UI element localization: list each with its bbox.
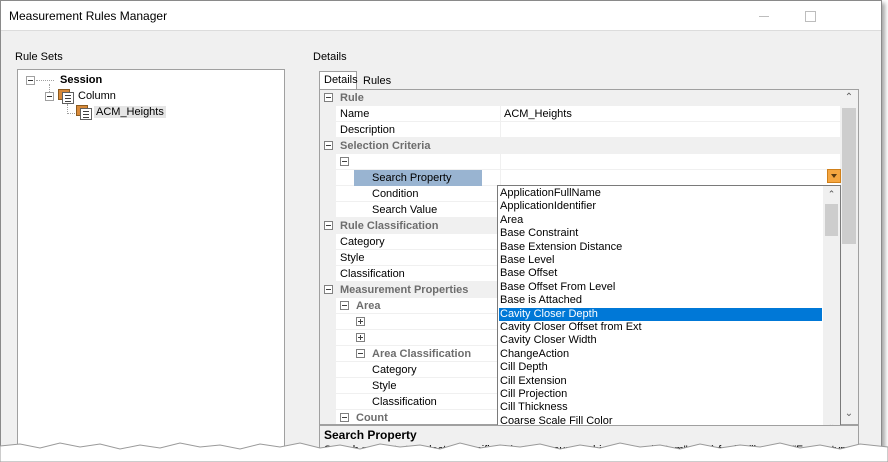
grid-property-name: Classification xyxy=(340,268,405,280)
dropdown-option[interactable]: Cill Thickness xyxy=(499,401,822,414)
dropdown-option[interactable]: Cill Projection xyxy=(499,388,822,401)
grid-property-name: Rule xyxy=(340,92,364,104)
collapse-icon[interactable] xyxy=(324,285,333,294)
tree-node-label: Session xyxy=(60,74,103,86)
dropdown-option[interactable]: Cavity Closer Depth xyxy=(499,307,822,321)
dropdown-option[interactable]: Base Offset xyxy=(499,267,822,280)
dropdown-option[interactable]: Cavity Closer Offset from Ext xyxy=(499,321,822,334)
scroll-down-icon[interactable]: ⌄ xyxy=(840,406,858,422)
grid-property-name: Name xyxy=(340,108,370,120)
collapse-icon[interactable] xyxy=(340,301,349,310)
collapse-icon[interactable] xyxy=(324,93,333,102)
collapse-icon[interactable] xyxy=(45,92,54,101)
grid-property-name: Rule Classification xyxy=(340,220,439,232)
collapse-icon[interactable] xyxy=(356,349,365,358)
dropdown-option[interactable]: Cavity Closer Width xyxy=(499,334,822,347)
rule-sets-label: Rule Sets xyxy=(15,51,63,63)
collapse-icon[interactable] xyxy=(324,141,333,150)
title-bar: Measurement Rules Manager xyxy=(1,1,881,31)
dropdown-option[interactable]: ApplicationIdentifier xyxy=(499,200,822,213)
expand-icon[interactable] xyxy=(356,333,365,342)
scroll-thumb[interactable] xyxy=(825,204,838,236)
grid-property-name: Selection Criteria xyxy=(340,140,431,152)
torn-edge xyxy=(0,442,888,462)
grid-property-name: Condition xyxy=(372,188,419,200)
dropdown-option[interactable]: Base Offset From Level xyxy=(499,281,822,294)
measurement-rules-manager-window: Measurement Rules Manager Rule Sets Deta… xyxy=(0,0,882,456)
tab-rules[interactable]: Rules xyxy=(359,73,393,89)
dropdown-option[interactable]: Cill Extension xyxy=(499,375,822,388)
grid-property-value[interactable]: ACM_Heights xyxy=(500,106,840,122)
grid-property-row[interactable]: Name ACM_Heights xyxy=(320,106,840,122)
collapse-icon[interactable] xyxy=(340,413,349,422)
grid-category-row[interactable]: Rule xyxy=(320,90,840,106)
grid-property-value[interactable] xyxy=(500,170,840,186)
dropdown-option[interactable]: Base Level xyxy=(499,254,822,267)
grid-property-row[interactable]: Search Property xyxy=(320,170,840,186)
grid-property-row[interactable] xyxy=(320,154,840,170)
rule-set-icon xyxy=(58,88,74,104)
tree-node-column[interactable]: Column xyxy=(78,88,116,104)
grid-property-name: Description xyxy=(340,124,396,136)
grid-category-row[interactable]: Selection Criteria xyxy=(320,138,840,154)
grid-property-name: Category xyxy=(340,236,385,248)
dropdown-option[interactable]: ChangeAction xyxy=(499,348,822,361)
collapse-icon[interactable] xyxy=(324,221,333,230)
dropdown-option[interactable]: Area xyxy=(499,214,822,227)
search-property-dropdown-list[interactable]: ApplicationFullName ApplicationIdentifier… xyxy=(497,185,841,433)
rule-sets-tree[interactable]: Session Column ACM_Heights xyxy=(17,69,285,455)
grid-scrollbar[interactable]: ⌃ ⌄ xyxy=(840,90,858,424)
dropdown-option[interactable]: Base is Attached xyxy=(499,294,822,307)
grid-property-name: Count xyxy=(356,412,388,424)
grid-property-value[interactable] xyxy=(500,154,840,170)
grid-property-name: Style xyxy=(372,380,397,392)
scroll-up-icon[interactable]: ⌃ xyxy=(823,186,840,202)
close-button[interactable] xyxy=(833,1,879,31)
grid-property-row[interactable]: Description xyxy=(320,122,840,138)
minimize-button[interactable] xyxy=(741,1,787,31)
dropdown-arrow-button[interactable] xyxy=(827,169,841,183)
grid-property-name: Style xyxy=(340,252,365,264)
dropdown-option[interactable]: Base Extension Distance xyxy=(499,241,822,254)
scroll-thumb[interactable] xyxy=(842,108,856,244)
scroll-up-icon[interactable]: ⌃ xyxy=(840,90,858,106)
collapse-icon[interactable] xyxy=(340,157,349,166)
tree-node-session[interactable]: Session xyxy=(60,72,102,88)
dropdown-option[interactable]: ApplicationFullName xyxy=(499,187,822,200)
grid-property-name: Search Value xyxy=(372,204,438,216)
tree-node-label: ACM_Heights xyxy=(94,106,166,118)
grid-property-name: Classification xyxy=(372,396,437,408)
grid-property-name: Measurement Properties xyxy=(340,284,469,296)
expand-icon[interactable] xyxy=(356,317,365,326)
grid-property-name: Area Classification xyxy=(372,348,472,360)
grid-property-name: Category xyxy=(372,364,417,376)
rule-icon xyxy=(76,104,92,120)
grid-property-name: Area xyxy=(356,300,381,312)
dropdown-scrollbar[interactable]: ⌃ ⌄ xyxy=(823,186,840,432)
maximize-button[interactable] xyxy=(787,1,833,31)
tree-node-acm-heights[interactable]: ACM_Heights xyxy=(94,104,166,120)
dropdown-option[interactable]: Cill Depth xyxy=(499,361,822,374)
details-label: Details xyxy=(313,51,347,63)
tab-details[interactable]: Details xyxy=(319,71,358,90)
window-title: Measurement Rules Manager xyxy=(9,9,168,23)
dropdown-option[interactable]: Base Constraint xyxy=(499,227,822,240)
collapse-icon[interactable] xyxy=(26,76,35,85)
grid-property-name: Search Property xyxy=(354,170,482,186)
tree-node-label: Column xyxy=(78,90,116,102)
grid-property-value[interactable] xyxy=(500,122,840,138)
